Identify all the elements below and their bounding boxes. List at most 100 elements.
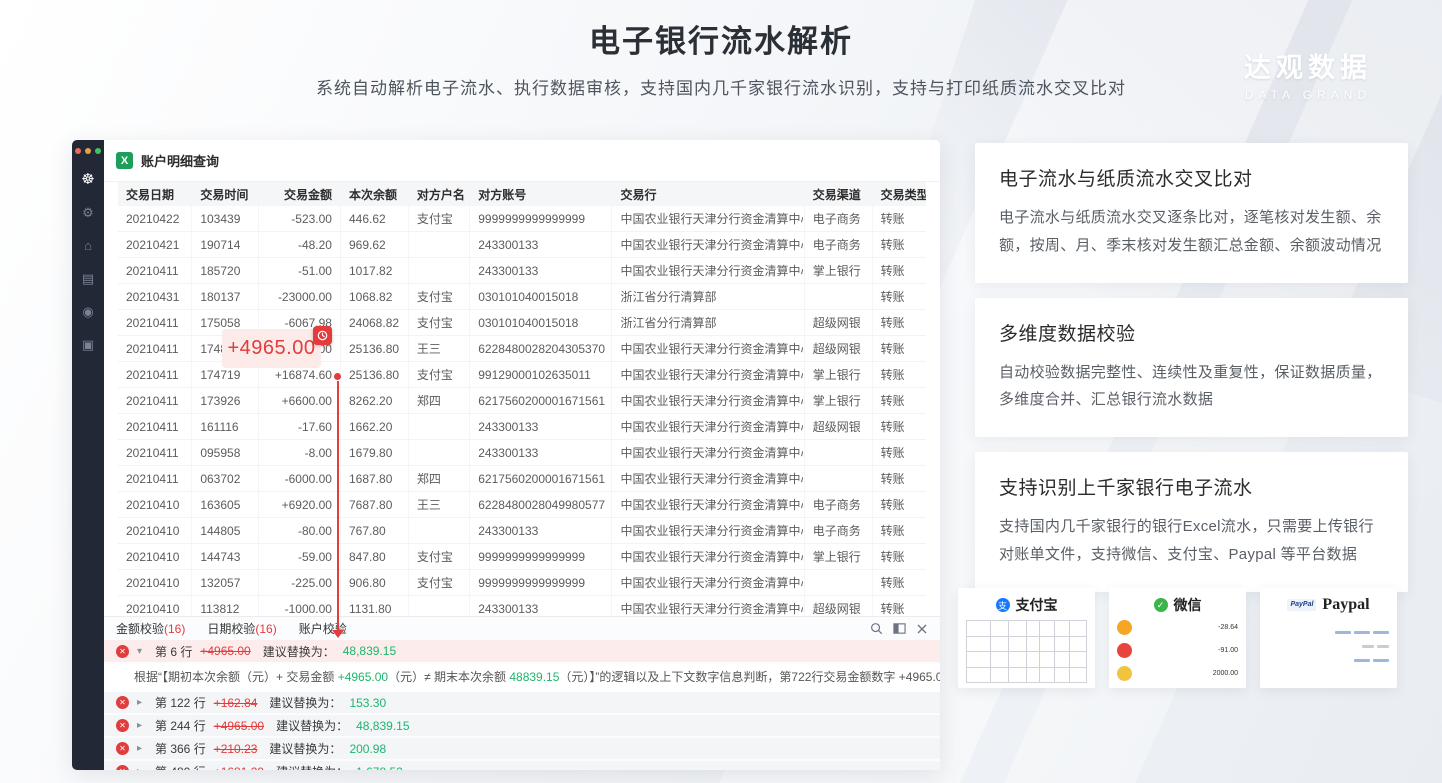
error-icon: ✕ xyxy=(116,742,129,755)
table-cell: 243300133 xyxy=(470,232,612,257)
chevron-right-icon[interactable]: ▸ xyxy=(137,743,147,754)
table-row[interactable]: 20210410144805-80.00767.80243300133中国农业银… xyxy=(118,518,926,544)
table-cell: 20210411 xyxy=(118,440,192,465)
table-cell: 中国农业银行天津分行资金清算中心 xyxy=(612,414,804,439)
table-row[interactable]: 20210411185720-51.001017.82243300133中国农业… xyxy=(118,258,926,284)
table-cell: 063702 xyxy=(192,466,258,491)
mini-table-cell xyxy=(1009,621,1027,637)
minimize-dot-icon[interactable] xyxy=(85,148,91,154)
suggest-label: 建议替换为： xyxy=(263,643,335,660)
table-cell: -48.20 xyxy=(259,232,341,257)
search-icon[interactable] xyxy=(870,622,883,635)
table-cell: 25136.80 xyxy=(341,362,409,387)
row-number-label: 第 244 行 xyxy=(155,717,206,734)
feature-body: 电子流水与纸质流水交叉逐条比对，逐笔核对发生额、余额，按周、月、季末核对发生额汇… xyxy=(999,204,1384,260)
mini-table-cell xyxy=(991,668,1009,684)
table-row[interactable]: 20210410132057-225.00906.80支付宝9999999999… xyxy=(118,570,926,596)
mini-table-cell xyxy=(967,621,991,637)
gear-icon[interactable]: ⚙ xyxy=(80,205,96,221)
table-cell: 郑四 xyxy=(409,466,470,491)
coin-icon[interactable]: ◉ xyxy=(80,304,96,320)
table-cell: 超级网银 xyxy=(805,414,873,439)
image-icon[interactable]: ▤ xyxy=(80,271,96,287)
table-row[interactable]: 20210422103439-523.00446.62支付宝9999999999… xyxy=(118,206,926,232)
table-cell: 180137 xyxy=(192,284,258,309)
mini-table-cell xyxy=(967,668,991,684)
suggested-value: 48,839.15 xyxy=(343,644,396,658)
error-icon: ✕ xyxy=(116,765,129,770)
table-row[interactable]: 20210411095958-8.001679.80243300133中国农业银… xyxy=(118,440,926,466)
table-row[interactable]: 20210410113812-1000.001131.80243300133中国… xyxy=(118,596,926,616)
table-cell xyxy=(409,414,470,439)
table-cell: 郑四 xyxy=(409,388,470,413)
chevron-right-icon[interactable]: ▸ xyxy=(137,766,147,770)
table-cell xyxy=(805,570,873,595)
column-header[interactable]: 交易行 xyxy=(612,182,804,206)
table-cell: 中国农业银行天津分行资金清算中心 xyxy=(612,596,804,616)
chevron-right-icon[interactable]: ▸ xyxy=(137,720,147,731)
table-cell: 9999999999999999 xyxy=(470,206,612,231)
table-row[interactable]: 20210410163605+6920.007687.80王三622848002… xyxy=(118,492,926,518)
feature-title: 多维度数据校验 xyxy=(999,319,1384,346)
table-cell: 掌上银行 xyxy=(805,258,873,283)
table-row[interactable]: 20210431180137-23000.001068.82支付宝0301010… xyxy=(118,284,926,310)
validation-row[interactable]: ✕▸第 366 行+210.23建议替换为：200.98 xyxy=(104,738,940,759)
table-cell: 转账 xyxy=(873,310,926,335)
feature-body: 支持国内几千家银行的银行Excel流水，只需要上传银行对账单文件，支持微信、支付… xyxy=(999,513,1384,569)
column-header[interactable]: 本次余额 xyxy=(341,182,409,206)
connector-line xyxy=(337,381,339,631)
close-dot-icon[interactable] xyxy=(75,148,81,154)
wechat-amount: -91.00 xyxy=(1218,647,1238,654)
detail-amount: +4965.00 xyxy=(338,670,388,684)
mini-table-cell xyxy=(991,652,1009,668)
paypal-card: PayPal Paypal xyxy=(1260,588,1397,688)
column-header[interactable]: 交易时间 xyxy=(192,182,258,206)
error-icon: ✕ xyxy=(116,719,129,732)
chevron-right-icon[interactable]: ▸ xyxy=(137,697,147,708)
table-cell: 20210411 xyxy=(118,466,192,491)
column-header[interactable]: 交易金额 xyxy=(259,182,341,206)
table-row[interactable]: 20210411161116-17.601662.20243300133中国农业… xyxy=(118,414,926,440)
table-cell: -80.00 xyxy=(259,518,341,543)
clock-badge-icon[interactable] xyxy=(313,326,332,345)
column-header[interactable]: 对方账号 xyxy=(470,182,612,206)
maximize-dot-icon[interactable] xyxy=(95,148,101,154)
close-icon[interactable] xyxy=(916,623,928,635)
validation-row[interactable]: ✕▸第 244 行+4965.00建议替换为：48,839.15 xyxy=(104,715,940,736)
table-cell: 20210410 xyxy=(118,544,192,569)
table-cell: 173926 xyxy=(192,388,258,413)
archive-icon[interactable]: ▣ xyxy=(80,337,96,353)
column-header[interactable]: 交易渠道 xyxy=(805,182,873,206)
table-cell: 掌上银行 xyxy=(805,544,873,569)
suggest-label: 建议替换为： xyxy=(276,763,348,770)
validation-tab-0[interactable]: 金额校验(16) xyxy=(116,620,185,637)
column-header[interactable]: 交易日期 xyxy=(118,182,192,206)
validation-row[interactable]: ✕▸第 122 行+162.84建议替换为：153.30 xyxy=(104,692,940,713)
mini-table-cell xyxy=(1055,621,1070,637)
table-cell: 20210422 xyxy=(118,206,192,231)
chevron-down-icon[interactable]: ▾ xyxy=(137,646,147,657)
helm-icon[interactable]: ☸ xyxy=(80,172,96,188)
table-cell: 中国农业银行天津分行资金清算中心 xyxy=(612,492,804,517)
column-header[interactable]: 交易类型 xyxy=(873,182,926,206)
column-header[interactable]: 对方户名 xyxy=(409,182,470,206)
table-cell: 中国农业银行天津分行资金清算中心 xyxy=(612,206,804,231)
table-cell: 电子商务 xyxy=(805,232,873,257)
briefcase-icon[interactable]: ⌂ xyxy=(80,238,96,254)
table-row[interactable]: 20210411063702-6000.001687.80郑四621756020… xyxy=(118,466,926,492)
table-cell: 144743 xyxy=(192,544,258,569)
error-highlight[interactable]: +4965.00 xyxy=(222,329,321,368)
table-cell: 浙江省分行清算部 xyxy=(612,310,804,335)
table-row[interactable]: 20210410144743-59.00847.80支付宝99999999999… xyxy=(118,544,926,570)
mini-table-cell xyxy=(1040,652,1055,668)
brand-logo: 达观数据 DATA GRAND xyxy=(1244,46,1372,102)
table-row[interactable]: 20210411173926+6600.008262.20郑四621756020… xyxy=(118,388,926,414)
table-cell: 1679.80 xyxy=(341,440,409,465)
table-row[interactable]: 20210421190714-48.20969.62243300133中国农业银… xyxy=(118,232,926,258)
validation-row[interactable]: ✕▸第 480 行+1681.29建议替换为：1,678.52 xyxy=(104,761,940,770)
validation-row[interactable]: ✕▾第 6 行+4965.00建议替换为：48,839.15 xyxy=(104,640,940,662)
panel-layout-icon[interactable] xyxy=(893,622,906,635)
validation-tab-1[interactable]: 日期校验(16) xyxy=(207,620,276,637)
table-cell: 20210431 xyxy=(118,284,192,309)
table-cell: 转账 xyxy=(873,466,926,491)
